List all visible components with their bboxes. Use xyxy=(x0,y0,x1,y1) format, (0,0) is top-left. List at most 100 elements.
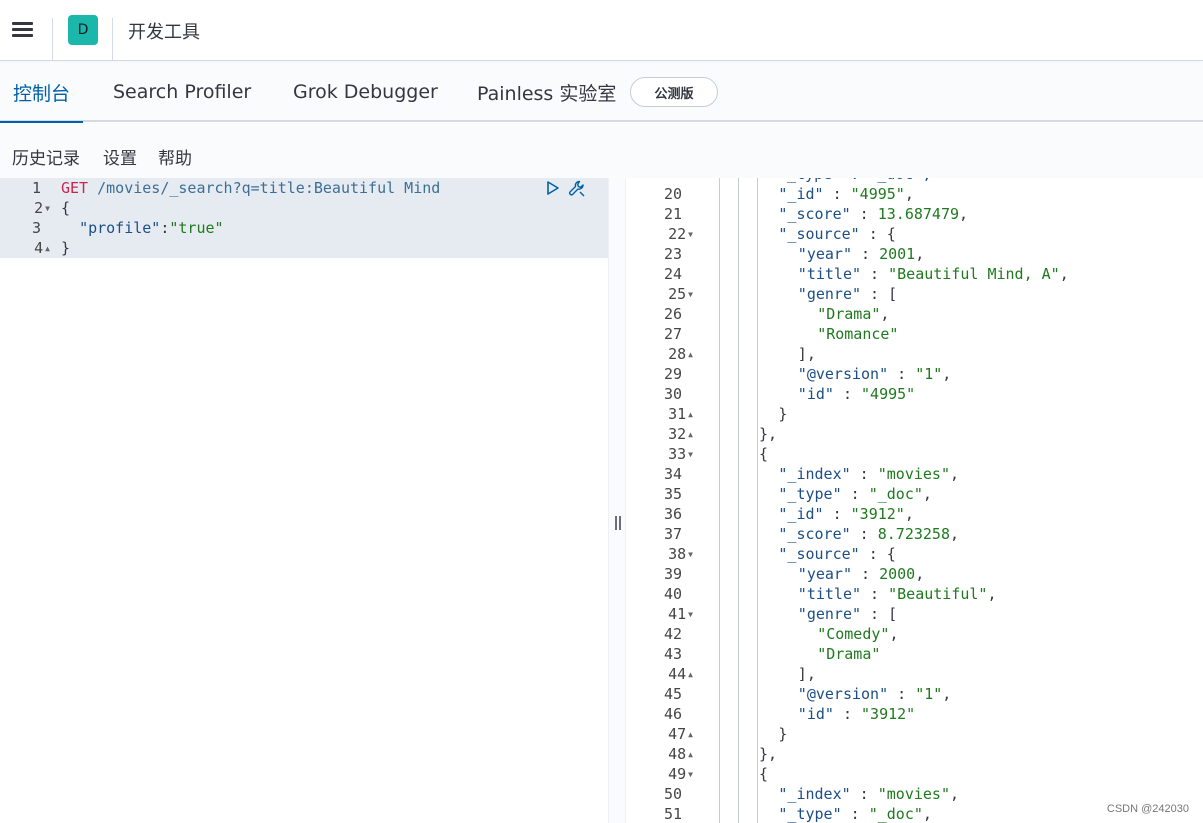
line-number[interactable]: 44 ▲ xyxy=(627,664,693,684)
fold-down-icon: ▼ xyxy=(45,203,50,213)
fold-down-icon: ▼ xyxy=(688,549,693,559)
line-number[interactable]: 48 ▲ xyxy=(627,744,693,764)
response-line: } xyxy=(778,725,788,743)
response-line: "_source" : { xyxy=(778,225,896,243)
response-line: "@version" : "1", xyxy=(797,685,952,703)
line-number[interactable]: 33 ▼ xyxy=(627,444,693,464)
fold-down-icon: ▼ xyxy=(688,229,693,239)
header-divider xyxy=(52,18,53,60)
response-line: "_score" : 13.687479, xyxy=(778,205,969,223)
settings-link[interactable]: 设置 xyxy=(103,144,137,169)
response-line: "_type" : "_doc", xyxy=(778,485,932,503)
response-line: "id" : "3912" xyxy=(797,705,916,723)
response-line: "genre" : [ xyxy=(797,605,898,623)
response-line: "_index" : "movies", xyxy=(778,785,960,803)
http-method: GET xyxy=(61,179,89,197)
line-number: 40 xyxy=(663,585,682,603)
line-number: 20 xyxy=(663,185,682,203)
line-number: 37 xyxy=(663,525,682,543)
response-line: "@version" : "1", xyxy=(797,365,952,383)
line-number: 29 xyxy=(663,365,682,383)
app-title: 开发工具 xyxy=(128,22,200,43)
devtools-tabs: 控制台 Search Profiler Grok Debugger Painle… xyxy=(0,62,1203,124)
line-number: 21 xyxy=(663,205,682,223)
panel-resizer[interactable] xyxy=(608,178,626,823)
tab-console[interactable]: 控制台 xyxy=(0,62,84,124)
request-line: "profile":"true" xyxy=(79,219,224,237)
request-line: GET /movies/_search?q=title:Beautiful Mi… xyxy=(61,178,440,198)
response-editor[interactable]: 20 21 22 ▼ 23 24 25 ▼ 26 27 28 ▲ 29 30 31 ▲ 32 ▲ 33 ▼ 34 35 36… xyxy=(627,178,1203,823)
tab-grok-debugger[interactable]: Grok Debugger xyxy=(293,62,438,122)
fold-up-icon: ▲ xyxy=(688,429,693,439)
request-line: { xyxy=(61,199,71,217)
line-number[interactable]: 41 ▼ xyxy=(627,604,693,624)
line-number: 43 xyxy=(663,645,682,663)
response-line: { xyxy=(759,765,769,783)
response-gutter: 20 21 22 ▼ 23 24 25 ▼ 26 27 28 ▲ 29 30 31 ▲ 32 ▲ 33 ▼ 34 35 36… xyxy=(627,178,697,823)
play-icon[interactable] xyxy=(545,180,561,196)
line-number: 51 xyxy=(663,805,682,823)
line-number[interactable]: 2 ▼ xyxy=(0,198,50,218)
response-line: }, xyxy=(759,745,778,763)
header-divider xyxy=(112,18,113,60)
response-line: ], xyxy=(797,345,816,363)
fold-down-icon: ▼ xyxy=(688,769,693,779)
line-number: 34 xyxy=(663,465,682,483)
response-line: "_id" : "4995", xyxy=(778,185,914,203)
line-number: 26 xyxy=(663,305,682,323)
fold-down-icon: ▼ xyxy=(688,449,693,459)
response-line: "_index" : "movies", xyxy=(778,465,960,483)
request-editor[interactable]: 1 2 ▼ 3 4 ▲ GET /movies/_search?q=title:Be… xyxy=(0,178,608,823)
line-number: 42 xyxy=(663,625,682,643)
tab-painless-lab[interactable]: Painless 实验室 xyxy=(477,62,616,122)
help-link[interactable]: 帮助 xyxy=(158,144,192,169)
response-line: "Drama" xyxy=(817,645,881,663)
line-number: 46 xyxy=(663,705,682,723)
response-line: }, xyxy=(759,425,778,443)
wrench-icon[interactable] xyxy=(567,179,587,199)
line-number: 50 xyxy=(663,785,682,803)
response-line: "Romance" xyxy=(817,325,899,343)
console-menu: 历史记录 设置 帮助 xyxy=(0,123,1203,178)
tab-search-profiler[interactable]: Search Profiler xyxy=(113,62,251,122)
line-number[interactable]: 25 ▼ xyxy=(627,284,693,304)
response-line: } xyxy=(778,405,788,423)
line-number: 45 xyxy=(663,685,682,703)
line-number[interactable]: 31 ▲ xyxy=(627,404,693,424)
line-number: 3 xyxy=(31,219,41,237)
request-gutter: 1 2 ▼ 3 4 ▲ xyxy=(0,178,56,823)
line-number: 24 xyxy=(663,265,682,283)
response-line: "id" : "4995" xyxy=(797,385,916,403)
fold-down-icon: ▼ xyxy=(688,609,693,619)
resize-handle-icon[interactable] xyxy=(614,516,622,530)
line-number[interactable]: 4 ▲ xyxy=(0,238,50,258)
response-line: "_id" : "3912", xyxy=(778,505,914,523)
line-number: 27 xyxy=(663,325,682,343)
response-line: "_score" : 8.723258, xyxy=(778,525,960,543)
response-line: "year" : 2001, xyxy=(797,245,925,263)
beta-badge: 公测版 xyxy=(630,77,718,107)
fold-up-icon: ▲ xyxy=(688,409,693,419)
fold-up-icon: ▲ xyxy=(688,669,693,679)
line-number[interactable]: 32 ▲ xyxy=(627,424,693,444)
line-number: 23 xyxy=(663,245,682,263)
request-line: } xyxy=(61,239,71,257)
line-number[interactable]: 28 ▲ xyxy=(627,344,693,364)
app-header: D 开发工具 xyxy=(0,0,1203,61)
history-link[interactable]: 历史记录 xyxy=(12,144,80,169)
response-line: "_type" : "_doc", xyxy=(778,805,932,823)
line-number[interactable]: 22 ▼ xyxy=(627,224,693,244)
response-line: "genre" : [ xyxy=(797,285,898,303)
menu-icon[interactable] xyxy=(12,20,34,38)
fold-down-icon: ▼ xyxy=(688,289,693,299)
line-number[interactable]: 47 ▲ xyxy=(627,724,693,744)
line-number[interactable]: 49 ▼ xyxy=(627,764,693,784)
response-line: "title" : "Beautiful", xyxy=(797,585,997,603)
line-number[interactable]: 38 ▼ xyxy=(627,544,693,564)
response-line: "Comedy", xyxy=(817,625,899,643)
space-avatar[interactable]: D xyxy=(68,15,98,45)
line-number: 36 xyxy=(663,505,682,523)
request-url: /movies/_search?q=title:Beautiful Mind xyxy=(97,179,441,197)
line-number: 35 xyxy=(663,485,682,503)
line-number: 30 xyxy=(663,385,682,403)
